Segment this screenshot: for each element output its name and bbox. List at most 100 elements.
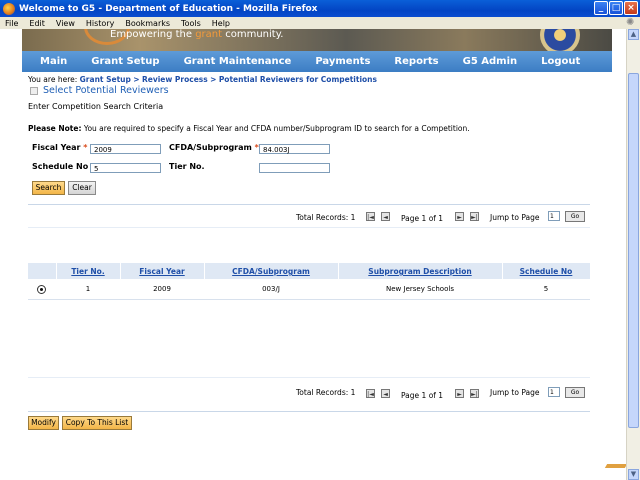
vertical-scrollbar[interactable]: ▲ ▼ bbox=[626, 29, 640, 480]
department-seal-icon bbox=[540, 29, 580, 51]
pager-top: Total Records: 1 |◄ ◄ Page 1 of 1 ► ►| J… bbox=[28, 211, 590, 225]
first-page-button[interactable]: |◄ bbox=[366, 212, 375, 221]
menu-edit[interactable]: Edit bbox=[29, 19, 45, 28]
banner-tagline: Empowering the grant community. bbox=[110, 29, 283, 40]
window-controls: _ □ × bbox=[594, 1, 638, 15]
schedule-no-input[interactable]: 5 bbox=[90, 163, 161, 173]
breadcrumb-separator: > bbox=[210, 75, 217, 84]
nav-reports[interactable]: Reports bbox=[394, 56, 438, 67]
tagline-accent: grant bbox=[195, 29, 223, 40]
page-info: Page 1 of 1 bbox=[401, 214, 444, 223]
scroll-up-icon[interactable]: ▲ bbox=[628, 29, 639, 40]
table-row[interactable]: 1 2009 003/J New Jersey Schools 5 bbox=[28, 282, 590, 298]
menu-bookmarks[interactable]: Bookmarks bbox=[125, 19, 170, 28]
breadcrumb-prefix: You are here: bbox=[28, 75, 78, 84]
col-schedule-no[interactable]: Schedule No bbox=[502, 267, 590, 276]
cell-description: New Jersey Schools bbox=[386, 285, 454, 293]
section-title-text: Select Potential Reviewers bbox=[43, 85, 169, 96]
col-fiscal-year[interactable]: Fiscal Year bbox=[120, 267, 204, 276]
required-mark: * bbox=[83, 143, 88, 152]
col-tier-no[interactable]: Tier No. bbox=[56, 267, 120, 276]
search-note: Please Note: You are required to specify… bbox=[28, 124, 470, 133]
last-page-button[interactable]: ►| bbox=[470, 212, 479, 221]
menu-history[interactable]: History bbox=[86, 19, 114, 28]
section-bullet-icon bbox=[30, 86, 38, 95]
breadcrumb-grant-setup[interactable]: Grant Setup bbox=[80, 75, 131, 84]
nav-logout[interactable]: Logout bbox=[541, 56, 580, 67]
cfda-label-text: CFDA/Subprogram bbox=[169, 143, 252, 152]
main-nav: Main Grant Setup Grant Maintenance Payme… bbox=[22, 51, 612, 72]
divider bbox=[28, 411, 590, 412]
nav-payments[interactable]: Payments bbox=[315, 56, 370, 67]
divider bbox=[28, 227, 590, 228]
pager-bottom: Total Records: 1 |◄ ◄ Page 1 of 1 ► ►| J… bbox=[28, 386, 590, 400]
fiscal-year-input[interactable]: 2009 bbox=[90, 144, 161, 154]
page-viewport: Empowering the grant community. Main Gra… bbox=[0, 29, 626, 480]
breadcrumb-separator: > bbox=[133, 75, 140, 84]
total-records: Total Records: 1 bbox=[296, 388, 356, 397]
prev-page-button[interactable]: ◄ bbox=[381, 389, 390, 398]
close-button[interactable]: × bbox=[624, 1, 638, 15]
jump-to-page-label: Jump to Page bbox=[490, 213, 540, 222]
cell-fiscal-year: 2009 bbox=[153, 285, 171, 293]
col-subprogram-description[interactable]: Subprogram Description bbox=[338, 267, 502, 276]
header-banner: Empowering the grant community. bbox=[22, 29, 612, 51]
fiscal-year-label: Fiscal Year * bbox=[32, 143, 87, 152]
breadcrumb-review-process[interactable]: Review Process bbox=[142, 75, 208, 84]
go-button[interactable]: Go bbox=[565, 211, 585, 222]
jump-to-page-input[interactable]: 1 bbox=[548, 211, 560, 221]
nav-g5-admin[interactable]: G5 Admin bbox=[463, 56, 518, 67]
throbber-icon: ✺ bbox=[626, 17, 635, 28]
jump-to-page-label: Jump to Page bbox=[490, 388, 540, 397]
note-label: Please Note: bbox=[28, 124, 82, 133]
last-page-button[interactable]: ►| bbox=[470, 389, 479, 398]
section-title: Select Potential Reviewers bbox=[30, 85, 169, 96]
menu-bar: File Edit View History Bookmarks Tools H… bbox=[0, 17, 640, 29]
tagline-text: Empowering the bbox=[110, 29, 196, 40]
menu-file[interactable]: File bbox=[5, 19, 18, 28]
minimize-button[interactable]: _ bbox=[594, 1, 608, 15]
maximize-button[interactable]: □ bbox=[609, 1, 623, 15]
row-divider bbox=[28, 299, 590, 300]
nav-grant-maintenance[interactable]: Grant Maintenance bbox=[184, 56, 292, 67]
jump-to-page-input[interactable]: 1 bbox=[548, 387, 560, 397]
next-page-button[interactable]: ► bbox=[455, 389, 464, 398]
fiscal-year-label-text: Fiscal Year bbox=[32, 143, 81, 152]
results-table-header: Tier No. Fiscal Year CFDA/Subprogram Sub… bbox=[28, 263, 590, 279]
first-page-button[interactable]: |◄ bbox=[366, 389, 375, 398]
modify-button[interactable]: Modify bbox=[28, 416, 59, 430]
breadcrumb: You are here: Grant Setup > Review Proce… bbox=[28, 75, 377, 84]
col-cfda[interactable]: CFDA/Subprogram bbox=[204, 267, 338, 276]
scrollbar-thumb[interactable] bbox=[628, 73, 639, 428]
search-button[interactable]: Search bbox=[32, 181, 65, 195]
divider bbox=[28, 204, 590, 205]
cell-cfda: 003/J bbox=[262, 285, 280, 293]
scroll-down-icon[interactable]: ▼ bbox=[628, 469, 639, 480]
firefox-icon bbox=[3, 2, 15, 15]
next-page-button[interactable]: ► bbox=[455, 212, 464, 221]
nav-main[interactable]: Main bbox=[40, 56, 67, 67]
tier-no-input[interactable] bbox=[259, 163, 330, 173]
menu-view[interactable]: View bbox=[56, 19, 75, 28]
cfda-input[interactable]: 84.003J bbox=[259, 144, 330, 154]
divider bbox=[28, 377, 590, 378]
cell-tier-no: 1 bbox=[85, 285, 91, 293]
row-select-radio[interactable] bbox=[37, 285, 46, 294]
clear-button[interactable]: Clear bbox=[68, 181, 96, 195]
note-text: You are required to specify a Fiscal Yea… bbox=[81, 124, 470, 133]
breadcrumb-potential-reviewers[interactable]: Potential Reviewers for Competitions bbox=[219, 75, 377, 84]
criteria-heading: Enter Competition Search Criteria bbox=[28, 102, 164, 111]
tier-no-label: Tier No. bbox=[169, 162, 205, 171]
cell-schedule-no: 5 bbox=[543, 285, 549, 293]
go-button[interactable]: Go bbox=[565, 387, 585, 398]
menu-help[interactable]: Help bbox=[212, 19, 230, 28]
page-info: Page 1 of 1 bbox=[401, 391, 444, 400]
schedule-no-label: Schedule No bbox=[32, 162, 89, 171]
prev-page-button[interactable]: ◄ bbox=[381, 212, 390, 221]
window-titlebar: Welcome to G5 - Department of Education … bbox=[0, 0, 640, 17]
copy-to-list-button[interactable]: Copy To This List bbox=[62, 416, 132, 430]
menu-tools[interactable]: Tools bbox=[181, 19, 201, 28]
nav-grant-setup[interactable]: Grant Setup bbox=[91, 56, 159, 67]
tagline-end: community. bbox=[222, 29, 284, 40]
total-records: Total Records: 1 bbox=[296, 213, 356, 222]
